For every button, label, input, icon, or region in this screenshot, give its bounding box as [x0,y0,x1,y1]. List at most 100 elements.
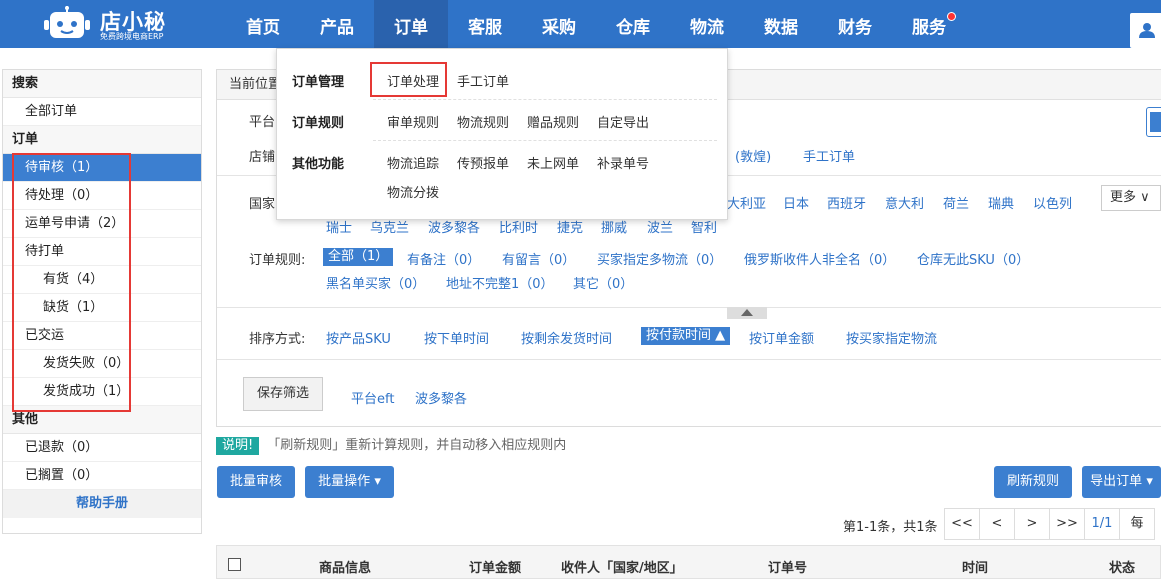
menu-logistics-dispatch[interactable]: 物流分拨 [387,182,439,201]
saved-filter-2[interactable]: 波多黎各 [415,388,467,407]
sidebar-item-label: 已搁置 [25,468,65,483]
sidebar-item-count: （0） [64,188,99,203]
help-manual-link[interactable]: 帮助手册 [3,490,201,518]
nav-data[interactable]: 数据 [744,0,818,48]
menu-order-processing[interactable]: 订单处理 [387,71,439,90]
nav-finance[interactable]: 财务 [818,0,892,48]
batch-operations-button[interactable]: 批量操作 ▾ [305,466,394,498]
collapse-toggle[interactable] [727,307,767,319]
menu-review-rules[interactable]: 审单规则 [387,112,439,131]
export-orders-button[interactable]: 导出订单 ▾ [1082,466,1161,498]
sidebar-item-in-stock[interactable]: 有货（4） [3,266,201,294]
menu-add-tracking[interactable]: 补录单号 [597,153,649,172]
sort-by-sku[interactable]: 按产品SKU [326,328,391,347]
notification-dot [947,12,956,21]
rule-all[interactable]: 全部（1） [323,248,394,266]
sidebar-item-on-hold[interactable]: 已搁置（0） [3,462,201,490]
nav-orders[interactable]: 订单 [374,0,448,48]
sidebar-item-count: （0） [64,440,99,455]
sort-by-amount[interactable]: 按订单金额 [749,328,814,347]
sidebar-item-ship-failed[interactable]: 发货失败（0） [3,350,201,378]
sidebar-item-label: 待处理 [25,188,65,203]
shop-label: 店铺 [249,150,276,165]
user-icon [1139,23,1155,38]
pager-next[interactable]: > [1014,508,1050,540]
pager-first[interactable]: << [944,508,980,540]
side-toggle-button[interactable] [1146,107,1161,137]
sidebar-item-out-of-stock[interactable]: 缺货（1） [3,294,201,322]
dropdown-heading-other: 其他功能 [292,157,345,172]
menu-gift-rules[interactable]: 赠品规则 [527,112,579,131]
nav-customer-service[interactable]: 客服 [448,0,522,48]
sidebar-item-pending-review[interactable]: 待审核（1） [3,154,201,182]
sort-by-remaining-ship[interactable]: 按剩余发货时间 [521,328,612,347]
nav-purchase[interactable]: 采购 [522,0,596,48]
sidebar-item-count: （0） [95,356,130,371]
menu-logistics-rules[interactable]: 物流规则 [457,112,509,131]
sidebar-item-label: 待审核 [25,160,65,175]
sidebar-item-to-process[interactable]: 待处理（0） [3,182,201,210]
pagination: << < > >> 1/1 每 [944,508,1155,540]
user-menu-button[interactable] [1130,13,1161,48]
sort-active-label: 按付款时间 [646,328,712,343]
rule-incomplete-address[interactable]: 地址不完整1（0） [446,273,554,292]
country-italy[interactable]: 意大利 [885,193,924,212]
rule-has-message[interactable]: 有留言（0） [502,249,575,268]
nav-home[interactable]: 首页 [226,0,300,48]
nav-warehouse[interactable]: 仓库 [596,0,670,48]
more-countries-button[interactable]: 更多 ∨ [1101,185,1161,211]
country-spain[interactable]: 西班牙 [827,193,866,212]
batch-review-button[interactable]: 批量审核 [217,466,295,498]
rule-other[interactable]: 其它（0） [573,273,633,292]
sidebar-item-all-orders[interactable]: 全部订单 [3,98,201,126]
col-time: 时间 [962,561,989,576]
country-netherlands[interactable]: 荷兰 [943,193,969,212]
order-rules-label: 订单规则: [249,253,306,268]
rule-no-sku[interactable]: 仓库无此SKU（0） [917,249,1029,268]
sidebar-item-label: 发货失败 [43,356,96,371]
sidebar-item-tracking-apply[interactable]: 运单号申请（2） [3,210,201,238]
sidebar-item-count: （2） [90,216,125,231]
select-all-checkbox[interactable] [228,558,241,571]
pager-prev[interactable]: < [979,508,1015,540]
col-product-info: 商品信息 [319,561,372,576]
country-israel[interactable]: 以色列 [1033,193,1072,212]
menu-upload-forecast[interactable]: 传预报单 [457,153,509,172]
menu-manual-order[interactable]: 手工订单 [457,71,509,90]
rule-russia-recipient[interactable]: 俄罗斯收件人非全名（0） [744,249,895,268]
sidebar-item-label: 运单号申请 [25,216,91,231]
nav-products[interactable]: 产品 [300,0,374,48]
pager-page[interactable]: 1/1 [1084,508,1120,540]
rule-buyer-multi-logistics[interactable]: 买家指定多物流（0） [597,249,722,268]
sidebar-group-to-print: 待打单 [3,238,201,266]
rule-has-note[interactable]: 有备注（0） [407,249,480,268]
nav-services[interactable]: 服务 [892,0,966,48]
menu-not-online[interactable]: 未上网单 [527,153,579,172]
shop-dunhuang[interactable]: (敦煌) [735,146,771,165]
shop-manual-orders[interactable]: 手工订单 [803,146,855,165]
country-australia[interactable]: 大利亚 [727,193,766,212]
pager-per-page[interactable]: 每 [1119,508,1155,540]
saved-filter-1[interactable]: 平台eft [351,388,394,407]
rule-blacklist[interactable]: 黑名单买家（0） [326,273,425,292]
nav-logistics[interactable]: 物流 [670,0,744,48]
country-sweden[interactable]: 瑞典 [988,193,1014,212]
refresh-rules-button[interactable]: 刷新规则 [994,466,1072,498]
sort-by-payment-time[interactable]: 按付款时间 ▲ [641,327,731,345]
side-toggle-icon [1150,112,1161,132]
sort-by-order-time[interactable]: 按下单时间 [424,328,489,347]
menu-logistics-tracking[interactable]: 物流追踪 [387,153,439,172]
brand-logo[interactable]: 店小秘 免费跨境电商ERP [44,4,204,44]
col-order-amount: 订单金额 [469,561,522,576]
platform-label: 平台 [249,115,276,130]
sidebar-item-count: （1） [69,300,104,315]
sidebar-item-refunded[interactable]: 已退款（0） [3,434,201,462]
sidebar-item-ship-success[interactable]: 发货成功（1） [3,378,201,406]
menu-custom-export[interactable]: 自定导出 [597,112,649,131]
country-japan[interactable]: 日本 [783,193,809,212]
save-filter-button[interactable]: 保存筛选 [243,377,323,411]
nav-services-label: 服务 [912,18,946,38]
pager-last[interactable]: >> [1049,508,1085,540]
notice-text: 「刷新规则」重新计算规则，并自动移入相应规则内 [267,438,567,453]
sort-by-buyer-logistics[interactable]: 按买家指定物流 [846,328,937,347]
